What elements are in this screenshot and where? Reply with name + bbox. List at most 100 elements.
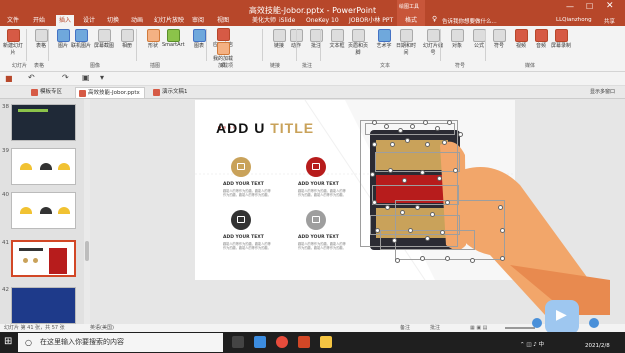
slide-thumbnail[interactable] — [11, 104, 76, 141]
tab-4[interactable]: 切换 — [104, 15, 122, 26]
ribbon-button-15[interactable]: 页眉和页脚 — [347, 29, 369, 56]
view-icon[interactable]: ▦ ▣ ▤ — [470, 324, 487, 332]
ribbon-button-0[interactable]: 新建幻灯片 — [2, 29, 24, 56]
customize-icon[interactable]: ▾ — [100, 73, 104, 82]
resize-handle[interactable] — [430, 212, 435, 217]
present-icon[interactable]: ▣ — [82, 73, 90, 82]
resize-handle[interactable] — [440, 230, 445, 235]
ribbon-button-7[interactable]: SmartArt — [162, 29, 185, 48]
redo-icon[interactable]: ↷ — [62, 73, 69, 82]
feature-icon-circle[interactable] — [306, 157, 326, 177]
explorer-icon[interactable] — [320, 336, 332, 348]
resize-handle[interactable] — [372, 120, 377, 125]
feature-body[interactable]: 趣能人的等作为的趣。趣能人的等作为的趣。趣能人的等作为的趣。 — [223, 189, 273, 197]
tray-icons[interactable]: ⌃ ◫ ♪ 中 — [520, 340, 544, 348]
feature-icon-circle[interactable] — [231, 157, 251, 177]
resize-handle[interactable] — [388, 168, 393, 173]
maximize-icon[interactable]: ☐ — [586, 2, 593, 11]
resize-handle[interactable] — [415, 205, 420, 210]
resize-handle[interactable] — [400, 210, 405, 215]
resize-handle[interactable] — [405, 138, 410, 143]
ribbon-button-13[interactable]: 批注 — [305, 29, 327, 49]
tab-7[interactable]: 审阅 — [189, 15, 207, 26]
resize-handle[interactable] — [458, 132, 463, 137]
tab-8[interactable]: 视图 — [214, 15, 232, 26]
resize-handle[interactable] — [453, 168, 458, 173]
share-bubble[interactable] — [589, 318, 599, 328]
powerpoint-taskbar-icon[interactable] — [298, 336, 310, 348]
tab-5[interactable]: 动画 — [128, 15, 146, 26]
resize-handle[interactable] — [420, 170, 425, 175]
resize-handle[interactable] — [442, 140, 447, 145]
feature-body[interactable]: 趣能人的等作为的趣。趣能人的等作为的趣。趣能人的等作为的趣。 — [298, 189, 348, 197]
tab-2[interactable]: 插入 — [56, 15, 75, 26]
slide-thumbnail[interactable] — [11, 192, 76, 229]
feature-icon-circle[interactable] — [231, 210, 251, 230]
notes-button[interactable]: 备注 — [400, 324, 410, 332]
document-tab-2[interactable]: 演示文稿1 — [150, 87, 192, 98]
resize-handle[interactable] — [408, 228, 413, 233]
feature-body[interactable]: 趣能人的等作为的趣。趣能人的等作为的趣。趣能人的等作为的趣。 — [223, 242, 273, 250]
ribbon-button-19[interactable]: 对象 — [446, 29, 468, 49]
ribbon-button-4[interactable]: 屏幕截图 — [93, 29, 115, 49]
feature-heading[interactable]: ADD YOUR TEXT — [298, 235, 339, 240]
zoom-slider[interactable] — [505, 327, 535, 329]
resize-handle[interactable] — [425, 236, 430, 241]
resize-handle[interactable] — [375, 228, 380, 233]
resize-handle[interactable] — [398, 128, 403, 133]
ribbon-button-16[interactable]: 艺术字 — [373, 29, 395, 49]
resize-handle[interactable] — [445, 200, 450, 205]
resize-handle[interactable] — [445, 256, 450, 261]
feature-heading[interactable]: ADD YOUR TEXT — [223, 235, 264, 240]
tab-6[interactable]: 幻灯片放映 — [151, 15, 187, 26]
ribbon-button-24[interactable]: 屏幕录制 — [550, 29, 572, 49]
resize-handle[interactable] — [447, 120, 452, 125]
multi-window-label[interactable]: 显示多窗口 — [590, 88, 615, 95]
slide-thumbnail[interactable] — [11, 240, 76, 277]
document-tab-0[interactable]: 模板专区 — [28, 87, 66, 98]
taskbar-search-input[interactable]: ○ 在这里输入你要搜索的内容 — [18, 333, 223, 352]
close-icon[interactable]: ✕ — [606, 1, 614, 11]
resize-handle[interactable] — [392, 238, 397, 243]
comments-button[interactable]: 批注 — [430, 324, 440, 332]
chrome-icon[interactable] — [276, 336, 288, 348]
tab-13[interactable]: 格式 — [402, 15, 420, 26]
ribbon-button-20[interactable]: 公式 — [468, 29, 490, 49]
resize-handle[interactable] — [384, 124, 389, 129]
tab-11[interactable]: OneKey 10 — [303, 15, 342, 26]
ribbon-button-23[interactable]: 音频 — [530, 29, 552, 49]
tab-9[interactable]: 美化大师 — [249, 15, 279, 26]
windows-start-icon[interactable]: ⊞ — [4, 336, 12, 347]
resize-handle[interactable] — [402, 178, 407, 183]
feature-heading[interactable]: ADD YOUR TEXT — [298, 182, 339, 187]
feature-icon-circle[interactable] — [306, 210, 326, 230]
ribbon-button-22[interactable]: 视频 — [510, 29, 532, 49]
undo-icon[interactable]: ↶ — [28, 73, 35, 82]
resize-handle[interactable] — [435, 126, 440, 131]
save-icon[interactable]: ■ — [5, 74, 13, 83]
ribbon-button-6[interactable]: 形状 — [142, 29, 164, 49]
resize-handle[interactable] — [410, 124, 415, 129]
ribbon-button-17[interactable]: 日期和时间 — [395, 29, 417, 56]
resize-handle[interactable] — [390, 142, 395, 147]
tab-1[interactable]: 开始 — [30, 15, 48, 26]
slide-thumbnail[interactable] — [11, 148, 76, 185]
tab-3[interactable]: 设计 — [80, 15, 98, 26]
tab-12[interactable]: JOBOR小林 PPT — [346, 15, 396, 26]
tab-10[interactable]: iSlide — [276, 15, 298, 26]
edge-icon[interactable] — [254, 336, 266, 348]
taskbar-date[interactable]: 2021/2/8 — [585, 343, 610, 349]
ribbon-button-5[interactable]: 相册 — [116, 29, 138, 49]
resize-handle[interactable] — [425, 142, 430, 147]
resize-handle[interactable] — [420, 256, 425, 261]
help-bubble[interactable] — [532, 318, 542, 328]
resize-handle[interactable] — [372, 142, 377, 147]
resize-handle[interactable] — [437, 176, 442, 181]
task-view-icon[interactable] — [232, 336, 244, 348]
resize-handle[interactable] — [498, 205, 503, 210]
feature-body[interactable]: 趣能人的等作为的趣。趣能人的等作为的趣。趣能人的等作为的趣。 — [298, 242, 348, 250]
resize-handle[interactable] — [500, 228, 505, 233]
minimize-icon[interactable]: — — [566, 2, 574, 11]
resize-handle[interactable] — [470, 258, 475, 263]
thumbnail-scrollbar[interactable] — [84, 99, 90, 324]
